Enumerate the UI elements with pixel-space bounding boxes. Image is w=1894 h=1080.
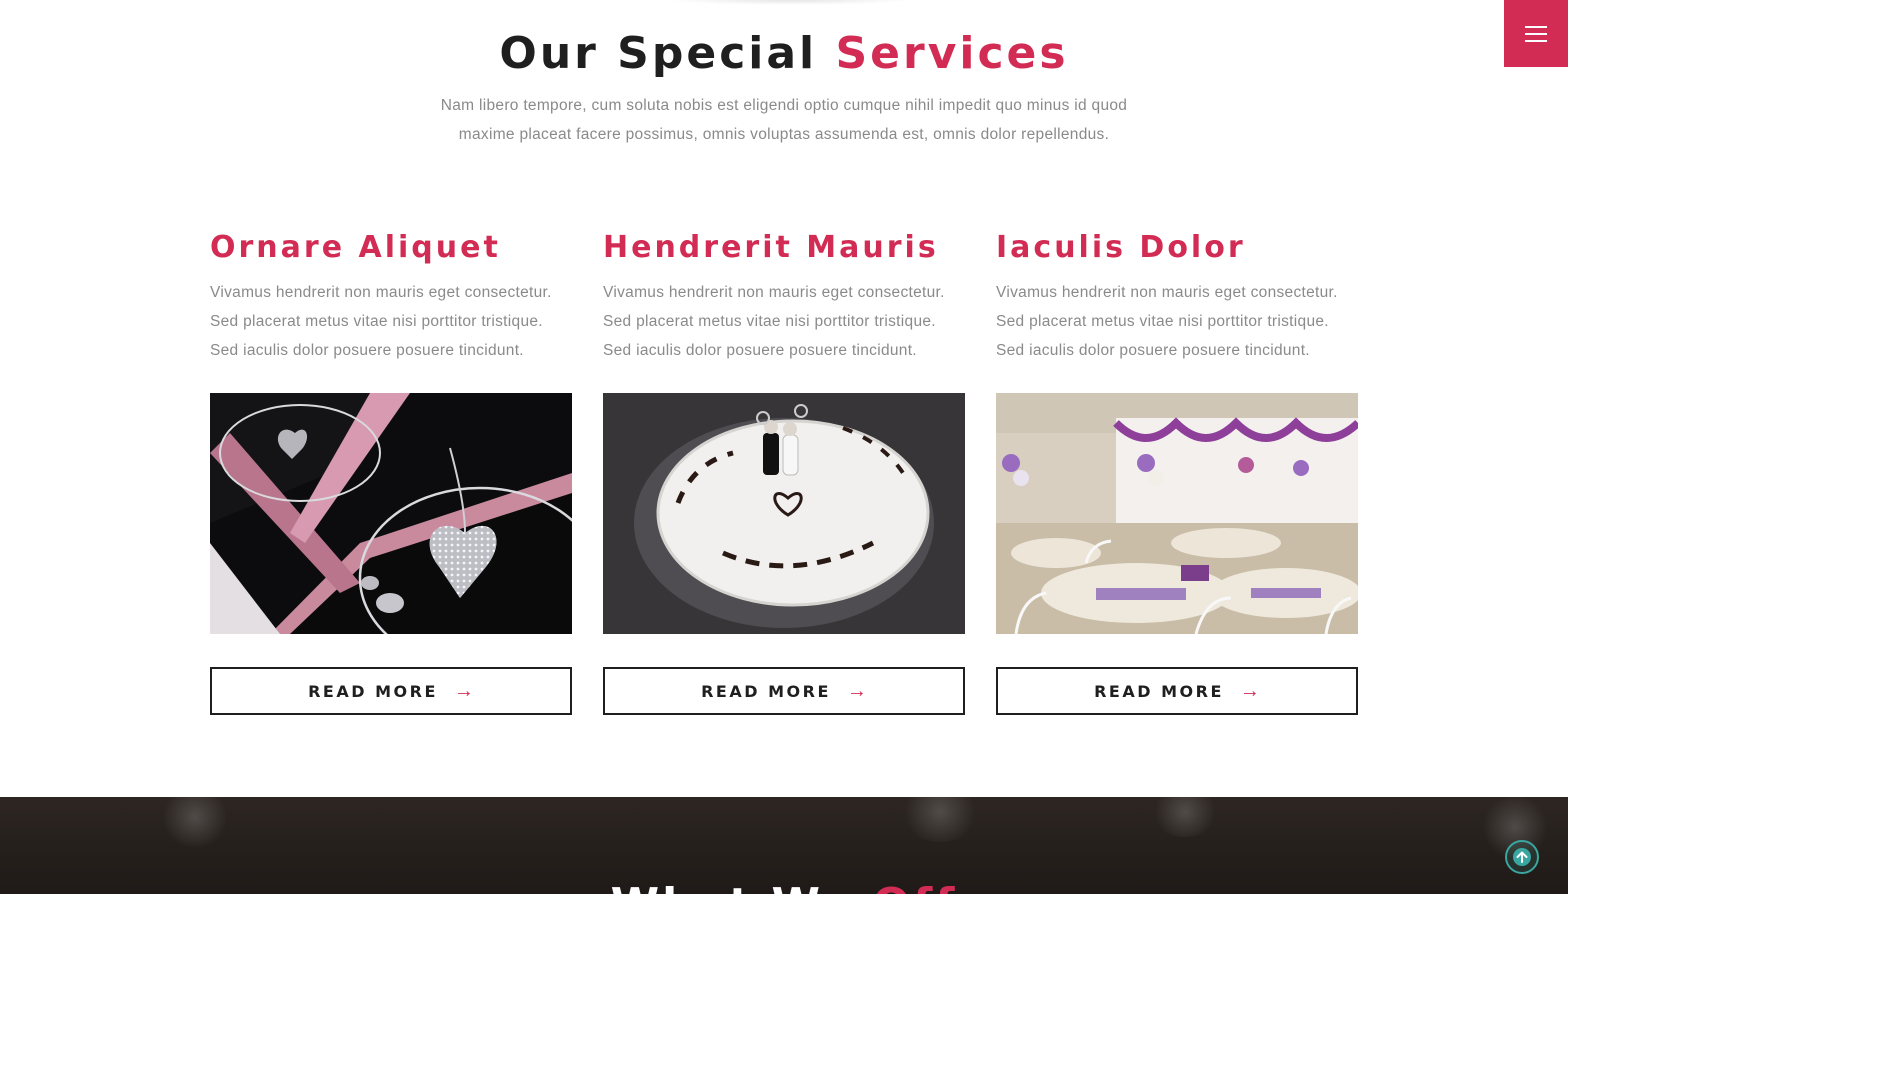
next-section-title-main: What We bbox=[611, 879, 855, 894]
service-description: Vivamus hendrerit non mauris eget consec… bbox=[996, 278, 1366, 365]
service-description-line: Sed iaculis dolor posuere posuere tincid… bbox=[210, 342, 524, 359]
service-description-line: Sed placerat metus vitae nisi porttitor … bbox=[210, 313, 543, 330]
service-image-banquet-hall bbox=[996, 393, 1358, 634]
top-divider-shadow bbox=[668, 0, 914, 5]
service-description-line: Sed placerat metus vitae nisi porttitor … bbox=[603, 313, 936, 330]
section-title-main: Our Special bbox=[499, 28, 818, 79]
service-description: Vivamus hendrerit non mauris eget consec… bbox=[603, 278, 973, 365]
read-more-label: READ MORE bbox=[1094, 681, 1224, 701]
arrow-right-icon: → bbox=[453, 680, 474, 702]
service-description-line: Sed placerat metus vitae nisi porttitor … bbox=[996, 313, 1329, 330]
read-more-button[interactable]: READ MORE → bbox=[603, 667, 965, 715]
service-title: Ornare Aliquet bbox=[210, 230, 501, 265]
section-description: Nam libero tempore, cum soluta nobis est… bbox=[424, 91, 1144, 149]
service-image-wedding-cake bbox=[603, 393, 965, 634]
service-description-line: Vivamus hendrerit non mauris eget consec… bbox=[996, 284, 1338, 301]
section-title: Our Special Services bbox=[0, 26, 1568, 82]
section-title-accent: Services bbox=[835, 28, 1069, 79]
service-title: Hendrerit Mauris bbox=[603, 230, 939, 265]
what-we-offer-section: What We Off bbox=[0, 797, 1568, 894]
service-image-jewelry bbox=[210, 393, 572, 634]
scroll-to-top-button[interactable] bbox=[1505, 840, 1539, 874]
read-more-button[interactable]: READ MORE → bbox=[210, 667, 572, 715]
next-section-title: What We Off bbox=[0, 877, 1568, 894]
read-more-label: READ MORE bbox=[701, 681, 831, 701]
service-description: Vivamus hendrerit non mauris eget consec… bbox=[210, 278, 580, 365]
read-more-button[interactable]: READ MORE → bbox=[996, 667, 1358, 715]
service-card-iaculis-dolor: Iaculis Dolor Vivamus hendrerit non maur… bbox=[996, 226, 1358, 715]
service-description-line: Sed iaculis dolor posuere posuere tincid… bbox=[996, 342, 1310, 359]
section-description-line: Nam libero tempore, cum soluta nobis est… bbox=[440, 97, 1128, 114]
section-description-line: maxime placeat facere possimus, omnis vo… bbox=[458, 126, 1110, 143]
arrow-up-circle-icon bbox=[1513, 848, 1531, 866]
arrow-right-icon: → bbox=[1239, 680, 1260, 702]
read-more-label: READ MORE bbox=[308, 681, 438, 701]
service-description-line: Vivamus hendrerit non mauris eget consec… bbox=[603, 284, 945, 301]
service-description-line: Sed iaculis dolor posuere posuere tincid… bbox=[603, 342, 917, 359]
service-card-hendrerit-mauris: Hendrerit Mauris Vivamus hendrerit non m… bbox=[603, 226, 965, 715]
next-section-title-accent: Off bbox=[873, 879, 958, 894]
service-title: Iaculis Dolor bbox=[996, 230, 1246, 265]
service-card-ornare-aliquet: Ornare Aliquet Vivamus hendrerit non mau… bbox=[210, 226, 572, 715]
service-description-line: Vivamus hendrerit non mauris eget consec… bbox=[210, 284, 552, 301]
arrow-right-icon: → bbox=[846, 680, 867, 702]
